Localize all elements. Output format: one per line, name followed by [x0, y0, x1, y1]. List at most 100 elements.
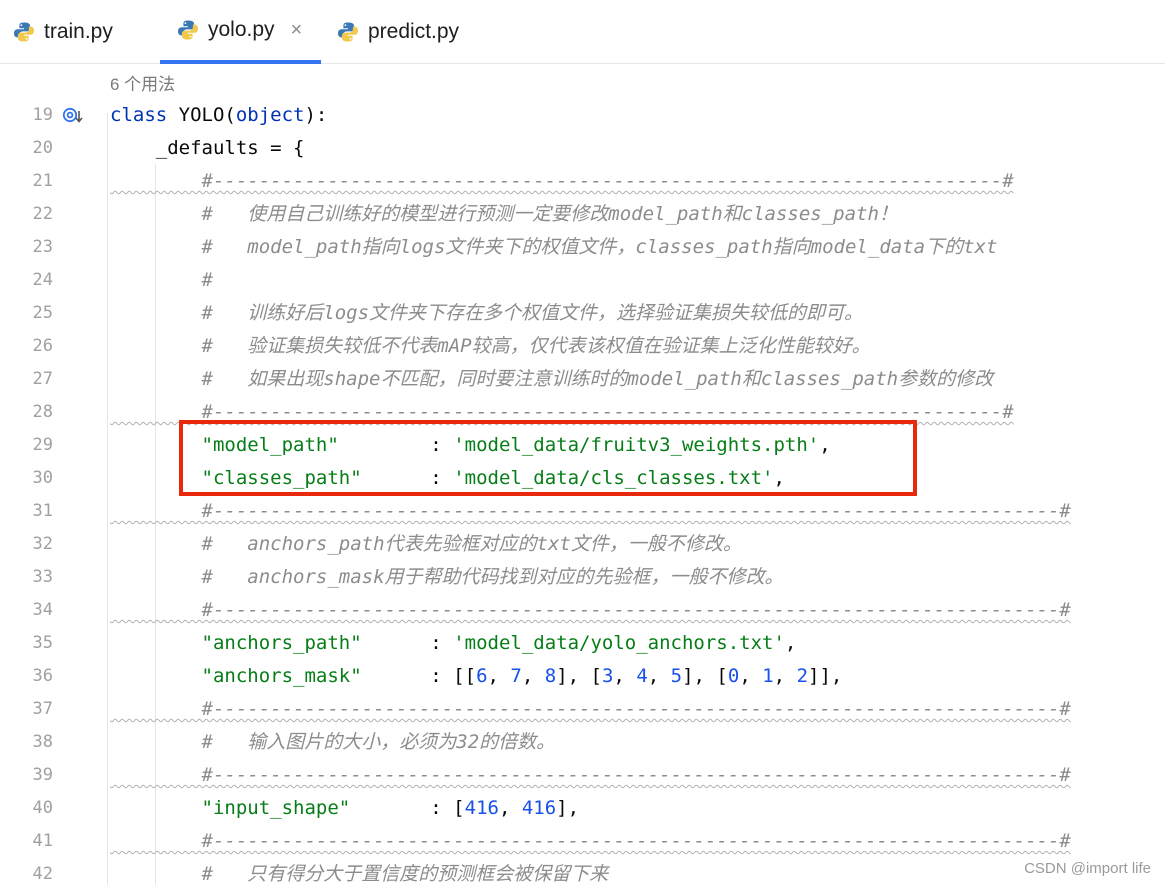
code-text[interactable]: # 使用自己训练好的模型进行预测一定要修改model_path和classes_…	[110, 198, 898, 231]
line-number[interactable]: 38	[0, 726, 53, 759]
code-token: :	[338, 434, 454, 456]
code-line[interactable]: 37 #------------------------------------…	[0, 693, 1165, 726]
code-line[interactable]: 33 # anchors_mask用于帮助代码找到对应的先验框，一般不修改。	[0, 561, 1165, 594]
number-token: 416	[464, 797, 499, 819]
code-token: ],	[556, 797, 580, 819]
code-line[interactable]: 38 # 输入图片的大小，必须为32的倍数。	[0, 726, 1165, 759]
line-number[interactable]: 39	[0, 759, 53, 792]
number-token: 8	[544, 665, 557, 687]
code-line[interactable]: 31 #------------------------------------…	[0, 495, 1165, 528]
code-text[interactable]: #---------------------------------------…	[110, 825, 1071, 858]
line-number[interactable]: 42	[0, 858, 53, 891]
code-text[interactable]: "input_shape" : [416, 416],	[110, 792, 580, 825]
line-number[interactable]: 21	[0, 165, 53, 198]
code-text[interactable]: _defaults = {	[110, 132, 305, 165]
line-number[interactable]: 37	[0, 693, 53, 726]
line-number[interactable]: 28	[0, 396, 53, 429]
code-line[interactable]: 19 class YOLO(object):	[0, 99, 1165, 132]
code-text[interactable]: "classes_path" : 'model_data/cls_classes…	[110, 462, 785, 495]
code-line[interactable]: 41 #------------------------------------…	[0, 825, 1165, 858]
code-text[interactable]: "model_path" : 'model_data/fruitv3_weigh…	[110, 429, 831, 462]
code-text[interactable]: #---------------------------------------…	[110, 165, 1014, 198]
line-number[interactable]: 22	[0, 198, 53, 231]
code-line[interactable]: 21 #------------------------------------…	[0, 165, 1165, 198]
line-number[interactable]: 29	[0, 429, 53, 462]
code-text[interactable]: "anchors_path" : 'model_data/yolo_anchor…	[110, 627, 797, 660]
watermark: CSDN @import life	[1024, 860, 1151, 877]
code-text[interactable]: # 训练好后logs文件夹下存在多个权值文件，选择验证集损失较低的即可。	[110, 297, 864, 330]
code-line[interactable]: 20 _defaults = {	[0, 132, 1165, 165]
code-token: ,	[487, 665, 511, 687]
line-number[interactable]: 36	[0, 660, 53, 693]
tab-yolo-py[interactable]: yolo.py ×	[160, 0, 321, 64]
close-icon[interactable]: ×	[291, 19, 303, 42]
code-text[interactable]: # 只有得分大于置信度的预测框会被保留下来	[110, 858, 609, 891]
code-text[interactable]: "anchors_mask" : [[6, 7, 8], [3, 4, 5], …	[110, 660, 843, 693]
code-line[interactable]: 26 # 验证集损失较低不代表mAP较高，仅代表该权值在验证集上泛化性能较好。	[0, 330, 1165, 363]
line-number[interactable]: 32	[0, 528, 53, 561]
number-token: 7	[510, 665, 522, 687]
code-text[interactable]: #---------------------------------------…	[110, 495, 1071, 528]
code-text[interactable]: #---------------------------------------…	[110, 693, 1071, 726]
code-text[interactable]: # anchors_path代表先验框对应的txt文件，一般不修改。	[110, 528, 742, 561]
line-number[interactable]: 25	[0, 297, 53, 330]
line-number[interactable]: 40	[0, 792, 53, 825]
code-token: :	[361, 467, 454, 489]
code-line[interactable]: 24 #	[0, 264, 1165, 297]
line-number[interactable]: 31	[0, 495, 53, 528]
code-text[interactable]: # model_path指向logs文件夹下的权值文件，classes_path…	[110, 231, 998, 264]
code-text[interactable]: # 输入图片的大小，必须为32的倍数。	[110, 726, 556, 759]
code-text[interactable]: # 如果出现shape不匹配，同时要注意训练时的model_path和class…	[110, 363, 994, 396]
code-text[interactable]: #---------------------------------------…	[110, 594, 1071, 627]
code-token: YOLO(	[178, 104, 236, 126]
code-line[interactable]: 27 # 如果出现shape不匹配，同时要注意训练时的model_path和cl…	[0, 363, 1165, 396]
code-text[interactable]: class YOLO(object):	[110, 99, 327, 132]
code-text[interactable]: #---------------------------------------…	[110, 759, 1071, 792]
line-number[interactable]: 41	[0, 825, 53, 858]
code-line[interactable]: 30 "classes_path" : 'model_data/cls_clas…	[0, 462, 1165, 495]
code-token: :	[361, 632, 454, 654]
code-line[interactable]: 36 "anchors_mask" : [[6, 7, 8], [3, 4, 5…	[0, 660, 1165, 693]
comment-token: #---------------------------------------…	[110, 830, 1071, 852]
number-token: 4	[636, 665, 648, 687]
implemented-override-icon[interactable]	[62, 106, 84, 126]
string-token: "model_path"	[201, 434, 339, 456]
code-text[interactable]: # 验证集损失较低不代表mAP较高，仅代表该权值在验证集上泛化性能较好。	[110, 330, 871, 363]
code-token: ,	[819, 434, 831, 456]
line-number[interactable]: 23	[0, 231, 53, 264]
string-token: 'model_data/cls_classes.txt'	[453, 467, 774, 489]
code-line[interactable]: 40 "input_shape" : [416, 416],	[0, 792, 1165, 825]
line-number[interactable]: 20	[0, 132, 53, 165]
code-text[interactable]: # anchors_mask用于帮助代码找到对应的先验框，一般不修改。	[110, 561, 784, 594]
code-text[interactable]: #	[110, 264, 213, 297]
line-number[interactable]: 26	[0, 330, 53, 363]
code-line[interactable]: 29 "model_path" : 'model_data/fruitv3_we…	[0, 429, 1165, 462]
line-number[interactable]: 30	[0, 462, 53, 495]
code-text[interactable]: #---------------------------------------…	[110, 396, 1014, 429]
code-line[interactable]: 32 # anchors_path代表先验框对应的txt文件，一般不修改。	[0, 528, 1165, 561]
tab-predict-py[interactable]: predict.py	[337, 0, 459, 64]
code-line[interactable]: 35 "anchors_path" : 'model_data/yolo_anc…	[0, 627, 1165, 660]
code-line[interactable]: 34 #------------------------------------…	[0, 594, 1165, 627]
comment-token: #	[110, 269, 213, 291]
usage-hint[interactable]: 6 个用法	[110, 70, 175, 95]
code-editor[interactable]: 6 个用法 19 class YOLO(object): 20 _defaults …	[0, 64, 1165, 885]
line-number[interactable]: 33	[0, 561, 53, 594]
line-number[interactable]: 27	[0, 363, 53, 396]
line-number[interactable]: 34	[0, 594, 53, 627]
code-line[interactable]: 39 #------------------------------------…	[0, 759, 1165, 792]
line-number[interactable]: 24	[0, 264, 53, 297]
line-number[interactable]: 19	[0, 99, 53, 132]
keyword-token: class	[110, 104, 179, 126]
tab-train-py[interactable]: train.py	[13, 0, 113, 64]
line-number[interactable]: 35	[0, 627, 53, 660]
code-line[interactable]: 23 # model_path指向logs文件夹下的权值文件，classes_p…	[0, 231, 1165, 264]
code-line[interactable]: 42 # 只有得分大于置信度的预测框会被保留下来	[0, 858, 1165, 891]
code-line[interactable]: 25 # 训练好后logs文件夹下存在多个权值文件，选择验证集损失较低的即可。	[0, 297, 1165, 330]
code-line[interactable]: 22 # 使用自己训练好的模型进行预测一定要修改model_path和class…	[0, 198, 1165, 231]
code-line[interactable]: 28 #------------------------------------…	[0, 396, 1165, 429]
